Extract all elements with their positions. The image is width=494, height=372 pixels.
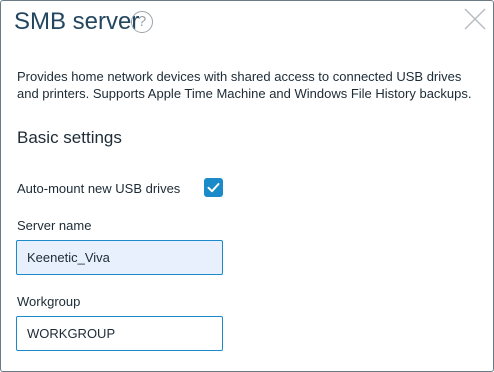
server-name-input[interactable] (16, 240, 223, 275)
workgroup-input[interactable] (16, 316, 223, 351)
section-title-basic-settings: Basic settings (17, 128, 122, 147)
close-icon[interactable] (463, 7, 487, 31)
help-icon[interactable]: ? (131, 11, 153, 33)
workgroup-label: Workgroup (17, 294, 81, 309)
dialog-description: Provides home network devices with share… (17, 69, 472, 101)
smb-server-dialog: SMB server ? Provides home network devic… (0, 0, 494, 372)
server-name-label: Server name (17, 218, 92, 233)
checkmark-icon (207, 183, 220, 193)
auto-mount-label: Auto-mount new USB drives (17, 181, 181, 196)
dialog-title: SMB server (14, 8, 140, 35)
auto-mount-row: Auto-mount new USB drives (17, 178, 227, 200)
auto-mount-checkbox[interactable] (204, 178, 223, 197)
